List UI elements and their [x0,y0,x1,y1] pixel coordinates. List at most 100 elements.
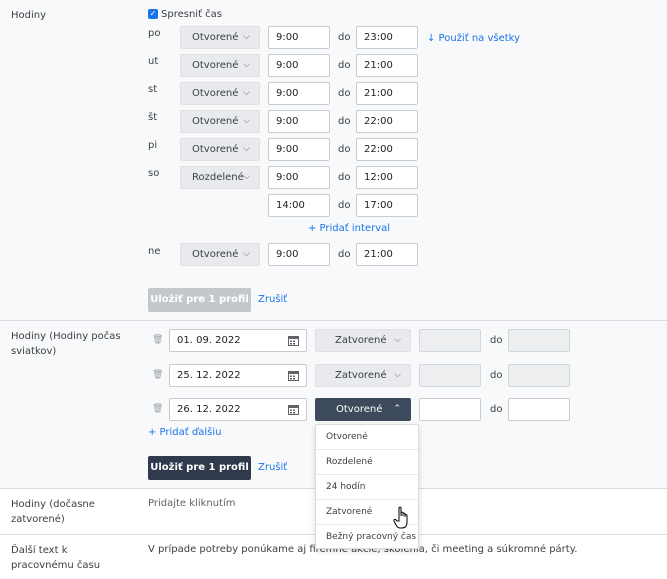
mode-value: Zatvorené [335,335,387,346]
special-from-input-3[interactable] [419,398,481,421]
trash-icon[interactable]: 🗑 [152,335,163,345]
special-to-input-3[interactable] [508,398,570,421]
calendar-icon[interactable] [288,371,299,381]
to-input-ne[interactable]: 21:00 [356,243,418,266]
mode-value: Otvorené [192,116,239,127]
dropdown-option-24-hodin[interactable]: 24 hodín [316,475,418,500]
special-to-input-2 [508,364,570,387]
mode-dropdown-menu: Otvorené Rozdelené 24 hodín Zatvorené Be… [315,424,419,549]
date-input-3[interactable]: 26. 12. 2022 [169,398,307,421]
chevron-down-icon: ⌵ [243,172,250,182]
special-mode-select-3[interactable]: Otvorené ⌃ [315,398,411,421]
to-input-pi[interactable]: 22:00 [356,138,418,161]
mode-select-pi[interactable]: Otvorené ⌵ [180,138,260,161]
mode-value: Otvorené [192,249,239,260]
chevron-down-icon: ⌵ [243,60,250,70]
mode-value: Otvorené [192,144,239,155]
date-value: 26. 12. 2022 [177,404,241,415]
to-word: do [490,404,503,415]
from-input-st2[interactable]: 9:00 [268,110,330,133]
mode-value: Otvorené [192,88,239,99]
to-input-st[interactable]: 21:00 [356,82,418,105]
calendar-icon[interactable] [288,405,299,415]
date-input-2[interactable]: 25. 12. 2022 [169,364,307,387]
to-word: do [338,144,351,155]
specify-time-label: Spresniť čas [161,9,223,20]
special-hours-label: Hodiny (Hodiny počas sviatkov) [11,331,121,357]
special-mode-select-2[interactable]: Zatvorené ⌵ [315,364,411,387]
to-word: do [338,88,351,99]
mode-value: Otvorené [336,404,383,415]
from-input-ut[interactable]: 9:00 [268,54,330,77]
chevron-down-icon: ⌵ [394,370,401,380]
day-label-st2: št [148,112,158,123]
from-input-st[interactable]: 9:00 [268,82,330,105]
to-word: do [338,172,351,183]
special-from-input-2 [419,364,481,387]
to-input-st2[interactable]: 22:00 [356,110,418,133]
date-value: 25. 12. 2022 [177,370,241,381]
day-label-st: st [148,84,158,95]
mode-value: Otvorené [192,60,239,71]
from-input-so-2[interactable]: 14:00 [268,194,330,217]
to-word: do [490,335,503,346]
day-label-pi: pi [148,140,158,151]
to-input-po[interactable]: 23:00 [356,26,418,49]
mode-select-ne[interactable]: Otvorené ⌵ [180,243,260,266]
hours-section: Hodiny ✓ Spresniť čas po Otvorené ⌵ 9:00 … [0,0,667,320]
chevron-down-icon: ⌵ [394,335,401,345]
temp-closed-label: Hodiny (dočasne zatvorené) [11,499,95,525]
mode-select-po[interactable]: Otvorené ⌵ [180,26,260,49]
specify-time-checkbox[interactable]: ✓ [148,9,158,19]
calendar-icon[interactable] [288,336,299,346]
from-input-ne[interactable]: 9:00 [268,243,330,266]
mode-value: Rozdelené [192,172,244,183]
from-input-so[interactable]: 9:00 [268,166,330,189]
special-mode-select-1[interactable]: Zatvorené ⌵ [315,329,411,352]
date-input-1[interactable]: 01. 09. 2022 [169,329,307,352]
cancel-link[interactable]: Zrušiť [258,294,287,305]
apply-all-link[interactable]: ↓ Použiť na všetky [427,33,520,44]
day-label-ne: ne [148,246,161,257]
mode-select-st[interactable]: Otvorené ⌵ [180,82,260,105]
trash-icon[interactable]: 🗑 [152,404,163,414]
special-from-input-1 [419,329,481,352]
chevron-up-icon: ⌃ [393,404,401,414]
chevron-down-icon: ⌵ [243,144,250,154]
chevron-down-icon: ⌵ [243,32,250,42]
mode-value: Zatvorené [335,370,387,381]
mode-select-ut[interactable]: Otvorené ⌵ [180,54,260,77]
temp-closed-value[interactable]: Pridajte kliknutím [148,498,236,509]
dropdown-option-otvorene[interactable]: Otvorené [316,425,418,450]
chevron-down-icon: ⌵ [243,249,250,259]
chevron-down-icon: ⌵ [243,116,250,126]
mode-value: Otvorené [192,32,239,43]
from-input-po[interactable]: 9:00 [268,26,330,49]
mode-select-st2[interactable]: Otvorené ⌵ [180,110,260,133]
to-input-so[interactable]: 12:00 [356,166,418,189]
mode-select-so[interactable]: Rozdelené ⌵ [180,166,260,189]
hours-label: Hodiny [11,10,47,21]
chevron-down-icon: ⌵ [243,88,250,98]
cancel-special-link[interactable]: Zrušiť [258,462,287,473]
day-label-ut: ut [148,56,159,67]
to-input-ut[interactable]: 21:00 [356,54,418,77]
to-word: do [338,60,351,71]
to-word: do [338,116,351,127]
day-label-po: po [148,28,161,39]
hand-cursor-icon [393,506,411,530]
to-word: do [338,249,351,260]
date-value: 01. 09. 2022 [177,335,241,346]
day-label-so: so [148,168,160,179]
save-special-button[interactable]: Uložiť pre 1 profil [148,456,251,480]
add-interval-link[interactable]: + Pridať interval [308,223,390,234]
save-button[interactable]: Uložiť pre 1 profil [148,288,251,312]
add-more-link[interactable]: + Pridať ďalšiu [148,427,221,438]
trash-icon[interactable]: 🗑 [152,370,163,380]
dropdown-option-rozdelene[interactable]: Rozdelené [316,450,418,475]
to-word: do [490,370,503,381]
to-word: do [338,200,351,211]
to-input-so-2[interactable]: 17:00 [356,194,418,217]
from-input-pi[interactable]: 9:00 [268,138,330,161]
special-to-input-1 [508,329,570,352]
